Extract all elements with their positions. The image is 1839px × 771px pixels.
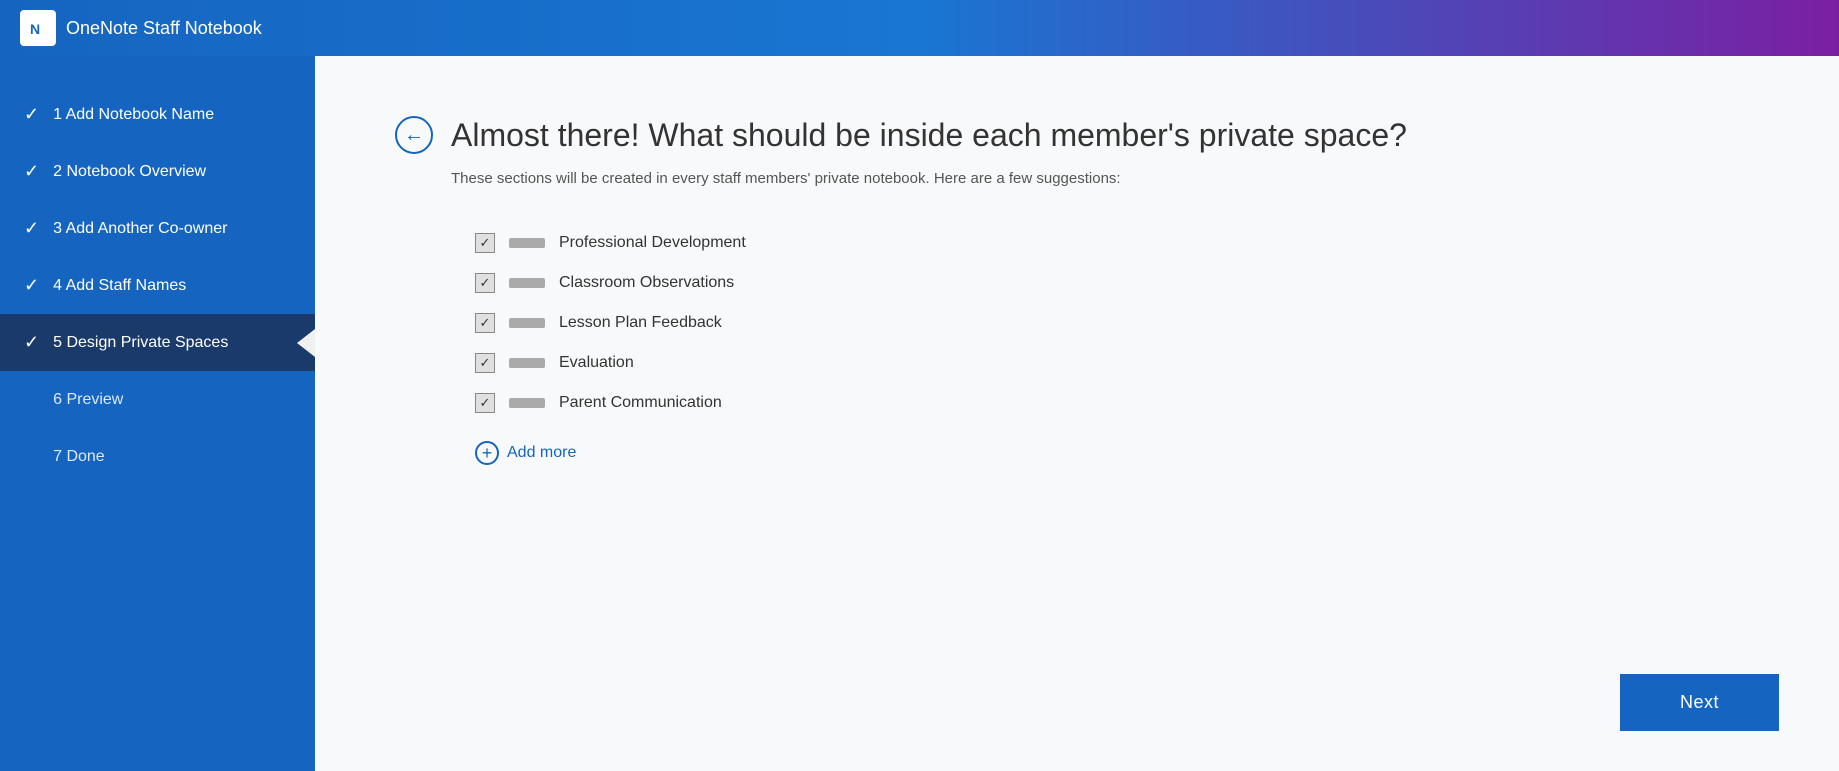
step5-label: 5 Design Private Spaces xyxy=(53,334,228,352)
item-label-4: Evaluation xyxy=(559,354,634,372)
content-area: ← Almost there! What should be inside ea… xyxy=(315,56,1839,771)
item-label-3: Lesson Plan Feedback xyxy=(559,314,722,332)
checklist: Professional Development Classroom Obser… xyxy=(475,233,1759,413)
check-icon-step5: ✓ xyxy=(24,332,39,353)
add-more-label: Add more xyxy=(507,444,576,462)
sidebar: ✓ 1 Add Notebook Name ✓ 2 Notebook Overv… xyxy=(0,56,315,771)
sidebar-item-step6[interactable]: ✓ 6 Preview xyxy=(0,371,315,428)
checklist-item-5: Parent Communication xyxy=(475,393,1759,413)
back-button[interactable]: ← xyxy=(395,116,433,154)
page-subtitle: These sections will be created in every … xyxy=(451,170,1759,187)
sidebar-item-step7[interactable]: ✓ 7 Done xyxy=(0,428,315,485)
section-icon-2 xyxy=(509,278,545,288)
check-icon-step3: ✓ xyxy=(24,218,39,239)
back-arrow-icon: ← xyxy=(404,124,424,147)
section-icon-1 xyxy=(509,238,545,248)
step7-label: 7 Done xyxy=(53,448,105,466)
step2-label: 2 Notebook Overview xyxy=(53,163,206,181)
logo-container: N OneNote Staff Notebook xyxy=(20,10,262,46)
section-icon-5 xyxy=(509,398,545,408)
item-label-2: Classroom Observations xyxy=(559,274,734,292)
sidebar-item-step2[interactable]: ✓ 2 Notebook Overview xyxy=(0,143,315,200)
next-button[interactable]: Next xyxy=(1620,674,1779,731)
item-label-1: Professional Development xyxy=(559,234,746,252)
page-title: Almost there! What should be inside each… xyxy=(451,117,1407,154)
add-more-icon: + xyxy=(475,441,499,465)
checklist-item-2: Classroom Observations xyxy=(475,273,1759,293)
checklist-item-4: Evaluation xyxy=(475,353,1759,373)
main-layout: ✓ 1 Add Notebook Name ✓ 2 Notebook Overv… xyxy=(0,56,1839,771)
sidebar-item-step5[interactable]: ✓ 5 Design Private Spaces xyxy=(0,314,315,371)
checkbox-1[interactable] xyxy=(475,233,495,253)
checklist-item-3: Lesson Plan Feedback xyxy=(475,313,1759,333)
sidebar-item-step3[interactable]: ✓ 3 Add Another Co-owner xyxy=(0,200,315,257)
app-title: OneNote Staff Notebook xyxy=(66,18,262,39)
section-icon-3 xyxy=(509,318,545,328)
checkbox-4[interactable] xyxy=(475,353,495,373)
check-icon-step4: ✓ xyxy=(24,275,39,296)
add-more-button[interactable]: + Add more xyxy=(475,441,1759,465)
section-icon-4 xyxy=(509,358,545,368)
checkbox-3[interactable] xyxy=(475,313,495,333)
sidebar-item-step1[interactable]: ✓ 1 Add Notebook Name xyxy=(0,86,315,143)
step4-label: 4 Add Staff Names xyxy=(53,277,186,295)
check-icon-step2: ✓ xyxy=(24,161,39,182)
step3-label: 3 Add Another Co-owner xyxy=(53,220,227,238)
sidebar-item-step4[interactable]: ✓ 4 Add Staff Names xyxy=(0,257,315,314)
checkbox-5[interactable] xyxy=(475,393,495,413)
checklist-item-1: Professional Development xyxy=(475,233,1759,253)
item-label-5: Parent Communication xyxy=(559,394,722,412)
check-icon-step1: ✓ xyxy=(24,104,39,125)
onenote-logo-icon: N xyxy=(20,10,56,46)
page-heading: ← Almost there! What should be inside ea… xyxy=(395,116,1759,154)
step6-label: 6 Preview xyxy=(53,391,123,409)
step1-label: 1 Add Notebook Name xyxy=(53,106,214,124)
checkbox-2[interactable] xyxy=(475,273,495,293)
svg-text:N: N xyxy=(30,21,40,37)
app-header: N OneNote Staff Notebook xyxy=(0,0,1839,56)
